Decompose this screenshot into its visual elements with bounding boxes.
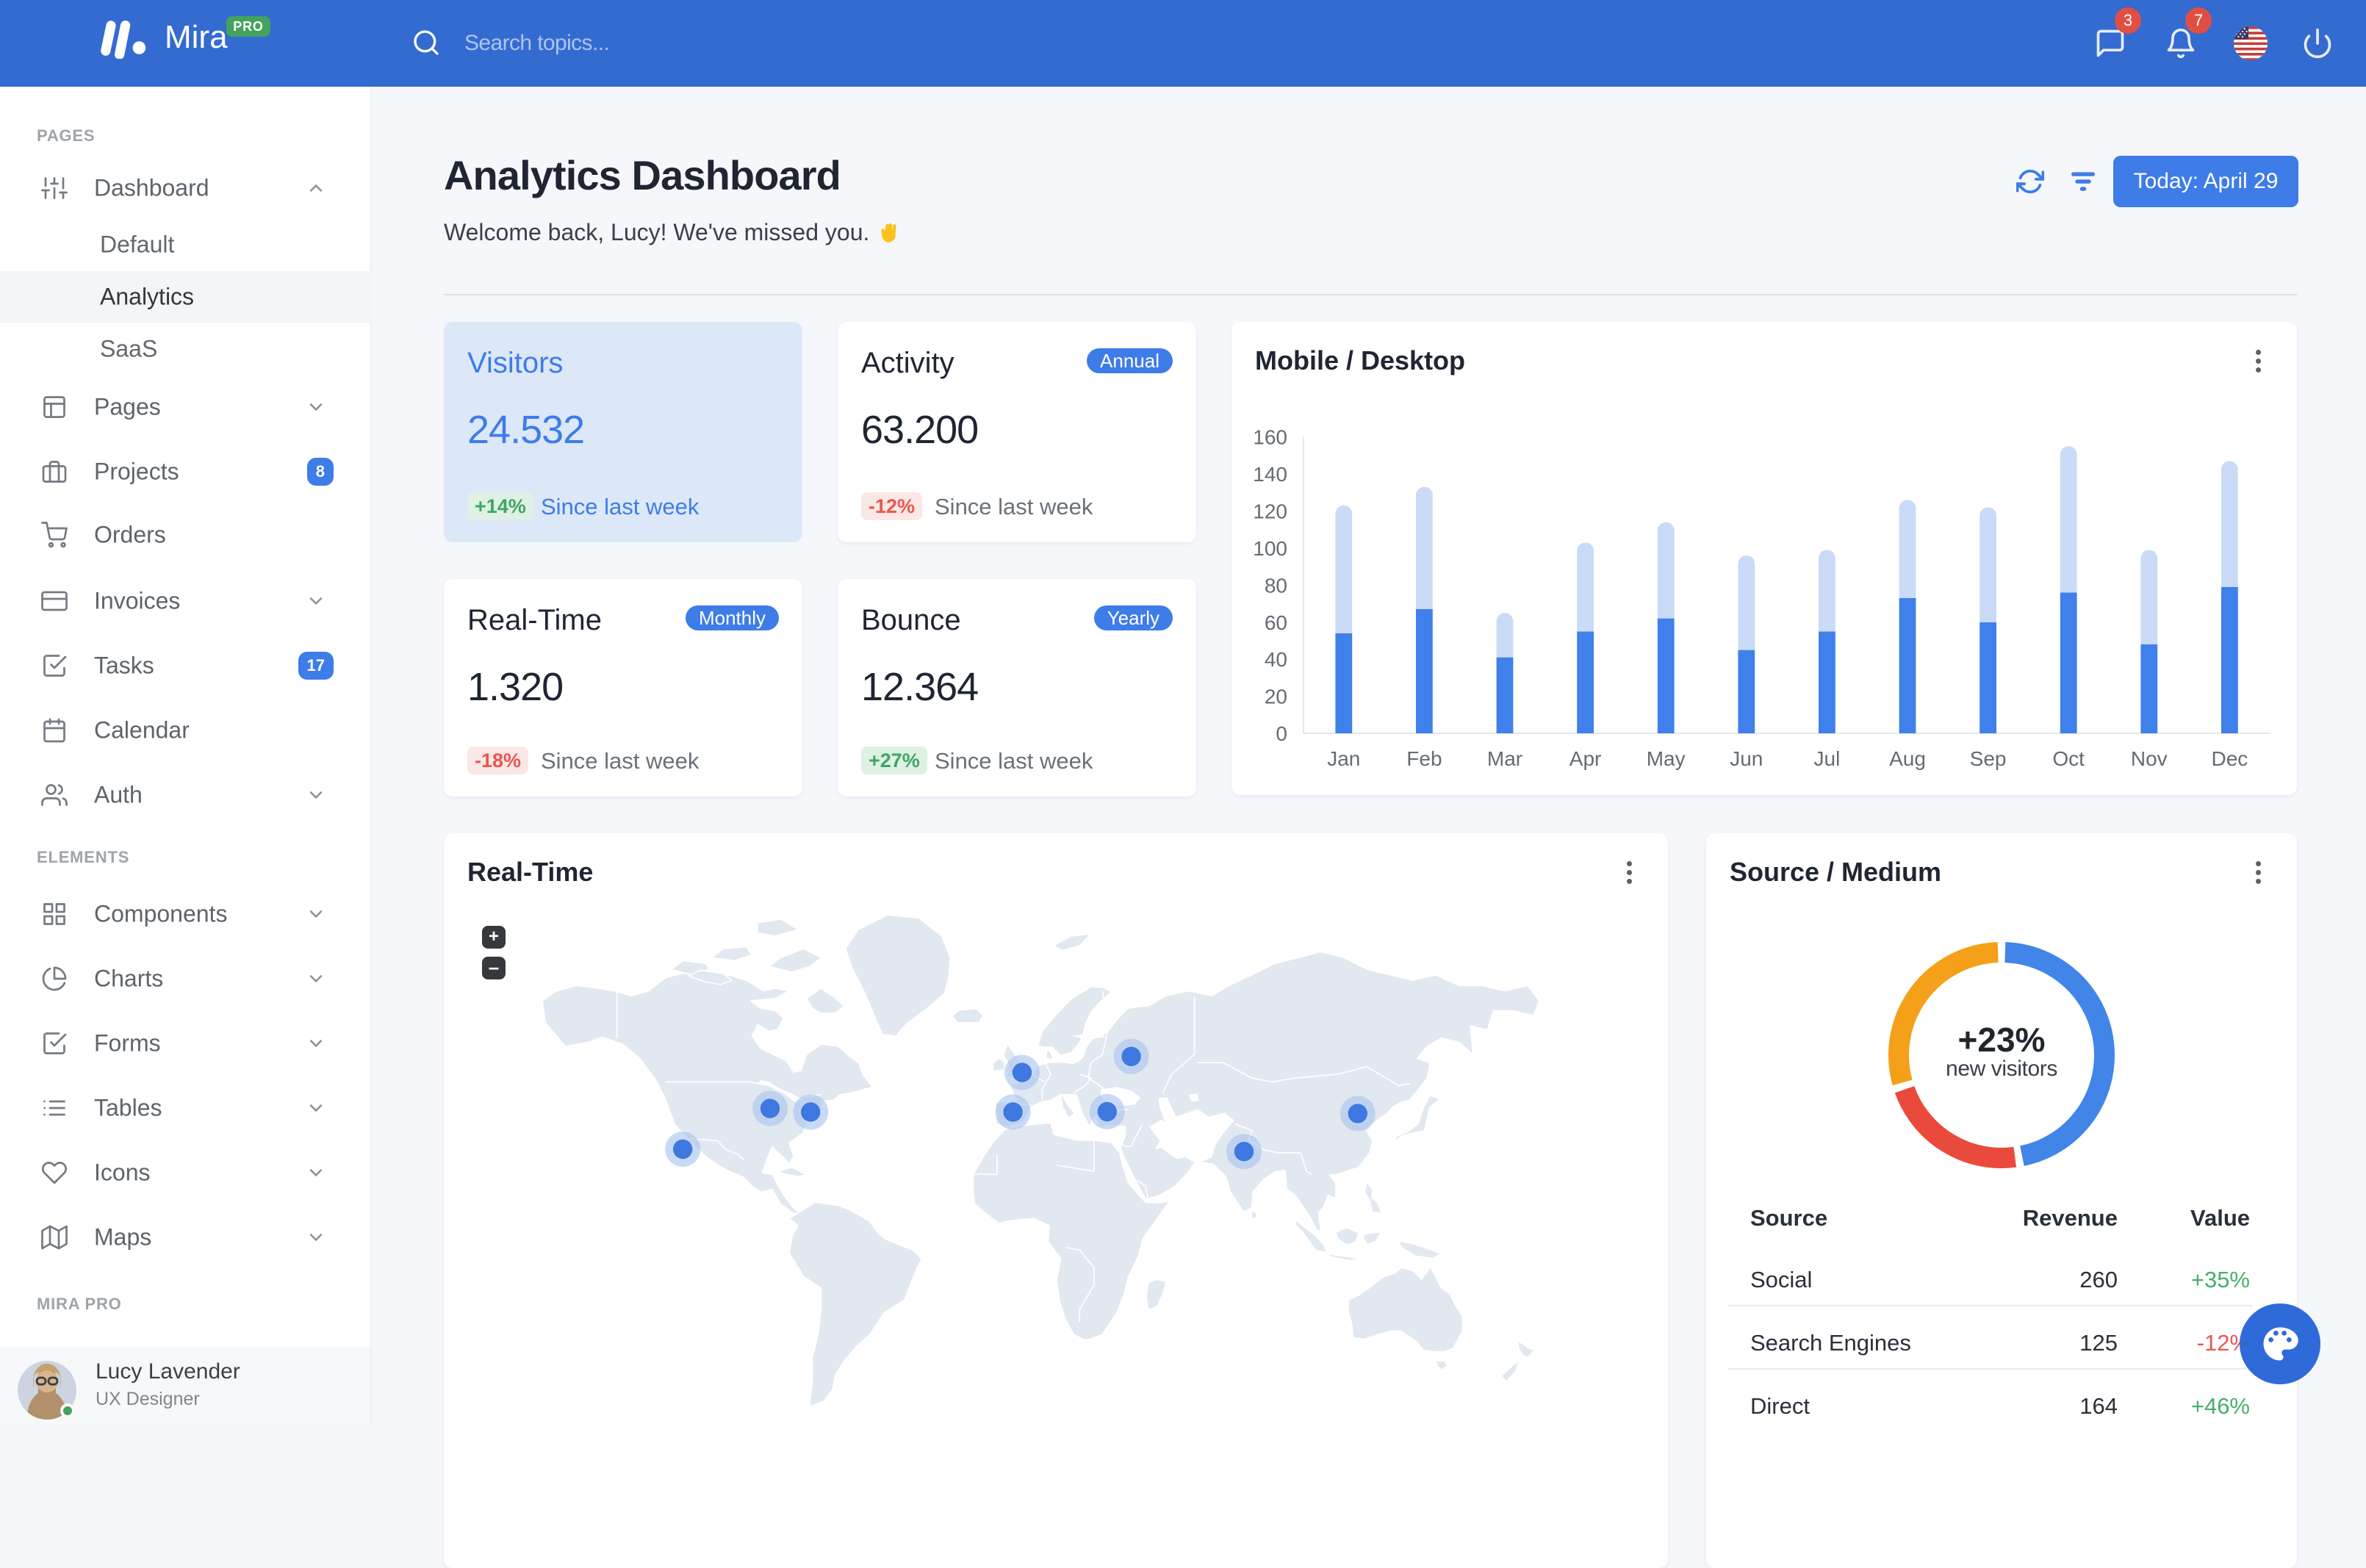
svg-text:20: 20	[1265, 686, 1287, 708]
svg-text:Nov: Nov	[2131, 747, 2168, 770]
svg-text:Jul: Jul	[1814, 747, 1841, 770]
svg-text:Jan: Jan	[1327, 747, 1360, 770]
svg-text:100: 100	[1253, 537, 1287, 560]
svg-text:0: 0	[1276, 722, 1287, 745]
svg-text:160: 160	[1253, 426, 1287, 449]
svg-text:Feb: Feb	[1406, 747, 1442, 770]
svg-text:Mar: Mar	[1487, 747, 1522, 770]
svg-text:Sep: Sep	[1970, 747, 2007, 770]
svg-text:60: 60	[1265, 611, 1287, 634]
svg-text:80: 80	[1265, 574, 1287, 597]
svg-text:40: 40	[1265, 648, 1287, 671]
svg-text:140: 140	[1253, 463, 1287, 486]
svg-text:Aug: Aug	[1889, 747, 1926, 770]
svg-text:Jun: Jun	[1730, 747, 1763, 770]
svg-text:Apr: Apr	[1569, 747, 1602, 770]
svg-text:Dec: Dec	[2212, 747, 2248, 770]
svg-text:May: May	[1647, 747, 1686, 770]
svg-text:Oct: Oct	[2052, 747, 2085, 770]
svg-text:120: 120	[1253, 500, 1287, 522]
